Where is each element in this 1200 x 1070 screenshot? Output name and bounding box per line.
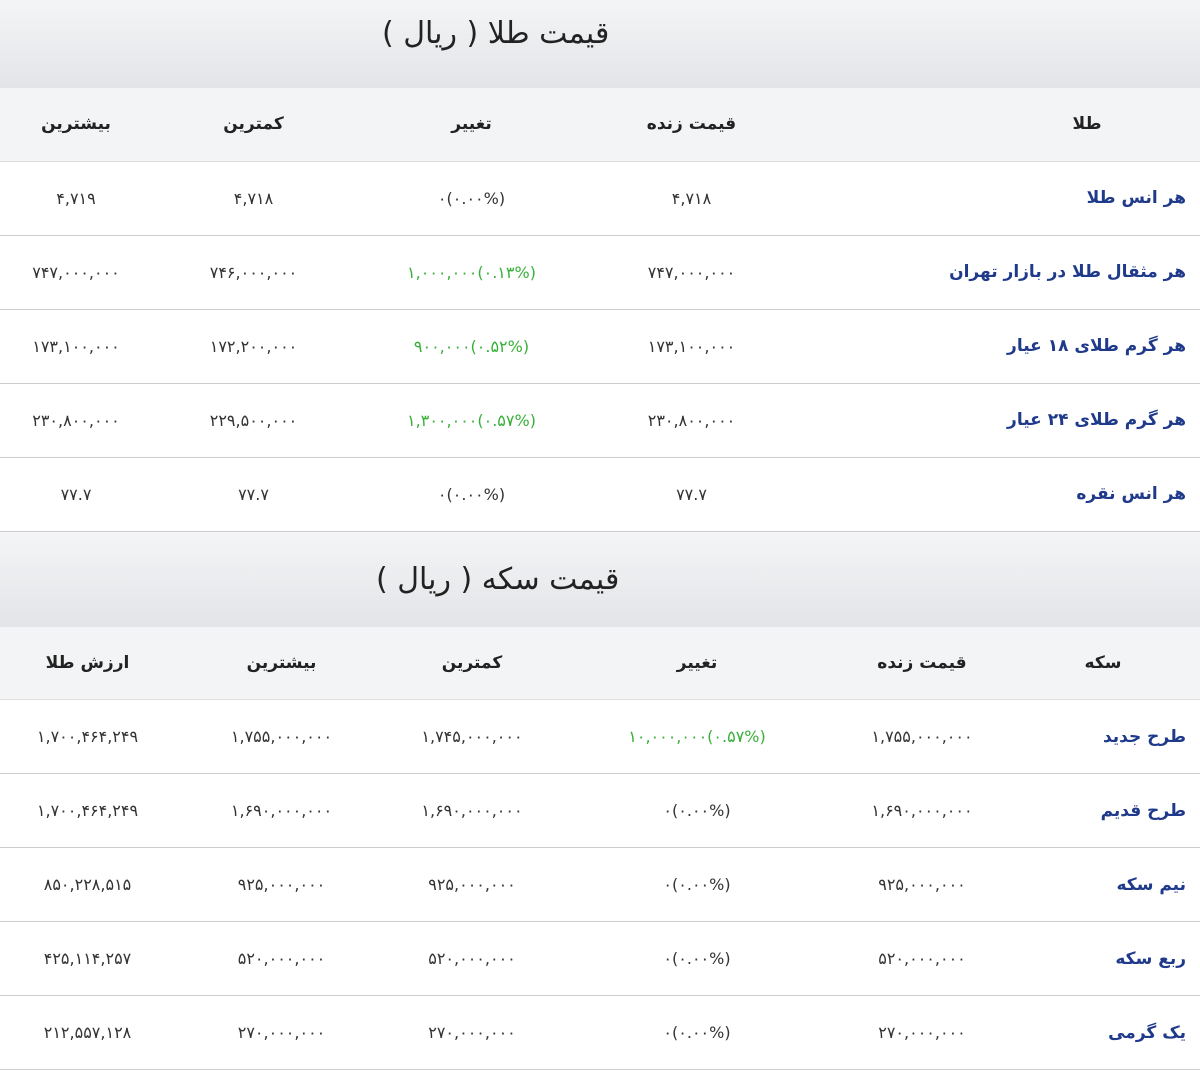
header-change: تغییر bbox=[355, 88, 588, 161]
table-row: ۸۵۰,۲۲۸,۵۱۵۹۲۵,۰۰۰,۰۰۰۹۲۵,۰۰۰,۰۰۰۰(۰.۰۰%… bbox=[0, 848, 1200, 922]
header-max: بیشترین bbox=[0, 88, 152, 161]
live-price-cell: ۵۲۰,۰۰۰,۰۰۰ bbox=[838, 922, 1006, 996]
item-name-link[interactable]: هر گرم طلای ۲۴ عیار bbox=[795, 383, 1200, 457]
max-price-cell: ۹۲۵,۰۰۰,۰۰۰ bbox=[175, 848, 388, 922]
min-price-cell: ۲۲۹,۵۰۰,۰۰۰ bbox=[152, 383, 355, 457]
change-cell: ۱۰,۰۰۰,۰۰۰(۰.۵۷%) bbox=[556, 700, 838, 774]
table-row: ۷۷.۷۷۷.۷۰(۰.۰۰%)۷۷.۷هر انس نقره bbox=[0, 457, 1200, 531]
table-row: ۱,۷۰۰,۴۶۴,۲۴۹۱,۷۵۵,۰۰۰,۰۰۰۱,۷۴۵,۰۰۰,۰۰۰۱… bbox=[0, 700, 1200, 774]
item-name-link[interactable]: طرح قدیم bbox=[1006, 774, 1200, 848]
gold-value-cell: ۸۵۰,۲۲۸,۵۱۵ bbox=[0, 848, 175, 922]
table-row: ۲۳۰,۸۰۰,۰۰۰۲۲۹,۵۰۰,۰۰۰۱,۳۰۰,۰۰۰(۰.۵۷%)۲۳… bbox=[0, 383, 1200, 457]
min-price-cell: ۷۴۶,۰۰۰,۰۰۰ bbox=[152, 235, 355, 309]
header-name: طلا bbox=[795, 88, 1200, 161]
change-cell: ۱,۳۰۰,۰۰۰(۰.۵۷%) bbox=[355, 383, 588, 457]
max-price-cell: ۲۷۰,۰۰۰,۰۰۰ bbox=[175, 996, 388, 1070]
gold-value-cell: ۴۲۵,۱۱۴,۲۵۷ bbox=[0, 922, 175, 996]
live-price-cell: ۲۷۰,۰۰۰,۰۰۰ bbox=[838, 996, 1006, 1070]
item-name-link[interactable]: هر مثقال طلا در بازار تهران bbox=[795, 235, 1200, 309]
change-cell: ۱,۰۰۰,۰۰۰(۰.۱۳%) bbox=[355, 235, 588, 309]
gold-value-cell: ۱,۷۰۰,۴۶۴,۲۴۹ bbox=[0, 700, 175, 774]
coin-table-header: ارزش طلا بیشترین کمترین تغییر قیمت زنده … bbox=[0, 627, 1200, 700]
change-cell: ۰(۰.۰۰%) bbox=[556, 996, 838, 1070]
max-price-cell: ۷۴۷,۰۰۰,۰۰۰ bbox=[0, 235, 152, 309]
header-min: کمترین bbox=[388, 627, 556, 700]
max-price-cell: ۵۲۰,۰۰۰,۰۰۰ bbox=[175, 922, 388, 996]
max-price-cell: ۴,۷۱۹ bbox=[0, 161, 152, 235]
table-row: ۷۴۷,۰۰۰,۰۰۰۷۴۶,۰۰۰,۰۰۰۱,۰۰۰,۰۰۰(۰.۱۳%)۷۴… bbox=[0, 235, 1200, 309]
live-price-cell: ۷۷.۷ bbox=[588, 457, 795, 531]
coin-price-section-title: قیمت سکه ( ریال ) bbox=[0, 532, 1200, 627]
change-cell: ۹۰۰,۰۰۰(۰.۵۲%) bbox=[355, 309, 588, 383]
change-cell: ۰(۰.۰۰%) bbox=[355, 457, 588, 531]
gold-table-header: بیشترین کمترین تغییر قیمت زنده طلا bbox=[0, 88, 1200, 161]
table-row: ۱۷۳,۱۰۰,۰۰۰۱۷۲,۲۰۰,۰۰۰۹۰۰,۰۰۰(۰.۵۲%)۱۷۳,… bbox=[0, 309, 1200, 383]
item-name-link[interactable]: یک گرمی bbox=[1006, 996, 1200, 1070]
gold-value-cell: ۱,۷۰۰,۴۶۴,۲۴۹ bbox=[0, 774, 175, 848]
change-cell: ۰(۰.۰۰%) bbox=[556, 774, 838, 848]
change-cell: ۰(۰.۰۰%) bbox=[556, 922, 838, 996]
max-price-cell: ۱,۷۵۵,۰۰۰,۰۰۰ bbox=[175, 700, 388, 774]
table-row: ۱,۷۰۰,۴۶۴,۲۴۹۱,۶۹۰,۰۰۰,۰۰۰۱,۶۹۰,۰۰۰,۰۰۰۰… bbox=[0, 774, 1200, 848]
table-row: ۴۲۵,۱۱۴,۲۵۷۵۲۰,۰۰۰,۰۰۰۵۲۰,۰۰۰,۰۰۰۰(۰.۰۰%… bbox=[0, 922, 1200, 996]
coin-title-text: قیمت سکه ( ریال ) bbox=[376, 562, 619, 597]
coin-price-table: ارزش طلا بیشترین کمترین تغییر قیمت زنده … bbox=[0, 627, 1200, 1070]
header-change: تغییر bbox=[556, 627, 838, 700]
max-price-cell: ۱,۶۹۰,۰۰۰,۰۰۰ bbox=[175, 774, 388, 848]
min-price-cell: ۹۲۵,۰۰۰,۰۰۰ bbox=[388, 848, 556, 922]
header-gold-value: ارزش طلا bbox=[0, 627, 175, 700]
max-price-cell: ۲۳۰,۸۰۰,۰۰۰ bbox=[0, 383, 152, 457]
gold-title-text: قیمت طلا ( ریال ) bbox=[382, 16, 609, 51]
item-name-link[interactable]: طرح جدید bbox=[1006, 700, 1200, 774]
header-min: کمترین bbox=[152, 88, 355, 161]
item-name-link[interactable]: هر انس نقره bbox=[795, 457, 1200, 531]
live-price-cell: ۷۴۷,۰۰۰,۰۰۰ bbox=[588, 235, 795, 309]
gold-price-table: بیشترین کمترین تغییر قیمت زنده طلا ۴,۷۱۹… bbox=[0, 88, 1200, 532]
item-name-link[interactable]: هر انس طلا bbox=[795, 161, 1200, 235]
live-price-cell: ۴,۷۱۸ bbox=[588, 161, 795, 235]
header-live-price: قیمت زنده bbox=[838, 627, 1006, 700]
live-price-cell: ۱,۶۹۰,۰۰۰,۰۰۰ bbox=[838, 774, 1006, 848]
min-price-cell: ۱,۷۴۵,۰۰۰,۰۰۰ bbox=[388, 700, 556, 774]
header-name: سکه bbox=[1006, 627, 1200, 700]
min-price-cell: ۷۷.۷ bbox=[152, 457, 355, 531]
change-cell: ۰(۰.۰۰%) bbox=[355, 161, 588, 235]
live-price-cell: ۱۷۳,۱۰۰,۰۰۰ bbox=[588, 309, 795, 383]
gold-value-cell: ۲۱۲,۵۵۷,۱۲۸ bbox=[0, 996, 175, 1070]
item-name-link[interactable]: هر گرم طلای ۱۸ عیار bbox=[795, 309, 1200, 383]
min-price-cell: ۵۲۰,۰۰۰,۰۰۰ bbox=[388, 922, 556, 996]
item-name-link[interactable]: ربع سکه bbox=[1006, 922, 1200, 996]
min-price-cell: ۱,۶۹۰,۰۰۰,۰۰۰ bbox=[388, 774, 556, 848]
table-row: ۴,۷۱۹۴,۷۱۸۰(۰.۰۰%)۴,۷۱۸هر انس طلا bbox=[0, 161, 1200, 235]
max-price-cell: ۱۷۳,۱۰۰,۰۰۰ bbox=[0, 309, 152, 383]
item-name-link[interactable]: نیم سکه bbox=[1006, 848, 1200, 922]
live-price-cell: ۱,۷۵۵,۰۰۰,۰۰۰ bbox=[838, 700, 1006, 774]
table-row: ۲۱۲,۵۵۷,۱۲۸۲۷۰,۰۰۰,۰۰۰۲۷۰,۰۰۰,۰۰۰۰(۰.۰۰%… bbox=[0, 996, 1200, 1070]
live-price-cell: ۲۳۰,۸۰۰,۰۰۰ bbox=[588, 383, 795, 457]
header-max: بیشترین bbox=[175, 627, 388, 700]
change-cell: ۰(۰.۰۰%) bbox=[556, 848, 838, 922]
max-price-cell: ۷۷.۷ bbox=[0, 457, 152, 531]
header-live-price: قیمت زنده bbox=[588, 88, 795, 161]
min-price-cell: ۴,۷۱۸ bbox=[152, 161, 355, 235]
min-price-cell: ۱۷۲,۲۰۰,۰۰۰ bbox=[152, 309, 355, 383]
gold-price-section-title: قیمت طلا ( ریال ) bbox=[0, 0, 1200, 88]
live-price-cell: ۹۲۵,۰۰۰,۰۰۰ bbox=[838, 848, 1006, 922]
min-price-cell: ۲۷۰,۰۰۰,۰۰۰ bbox=[388, 996, 556, 1070]
